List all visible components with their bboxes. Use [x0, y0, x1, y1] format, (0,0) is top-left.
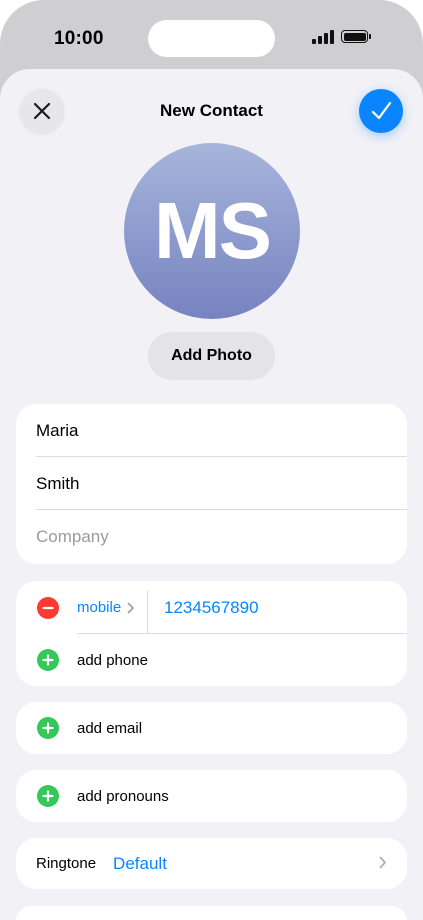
add-email-button[interactable]: add email — [16, 702, 407, 754]
pronouns-card: add pronouns — [16, 770, 407, 822]
name-card: Maria Smith Company — [16, 404, 407, 564]
ringtone-label: Ringtone — [36, 855, 97, 872]
phone-type-selector[interactable]: mobile — [77, 599, 135, 616]
add-email-label: add email — [77, 719, 143, 737]
company-placeholder: Company — [36, 526, 109, 546]
avatar: MS — [124, 143, 300, 319]
plus-icon — [37, 785, 59, 807]
divider — [147, 591, 148, 634]
status-icons — [312, 29, 371, 44]
ringtone-card: Ringtone Default — [16, 838, 407, 889]
next-card — [16, 906, 407, 920]
signal-icon — [312, 29, 334, 44]
minus-icon — [42, 606, 54, 609]
remove-phone-button[interactable] — [37, 596, 59, 619]
phone-frame: 10:00 New Contact MS Add Photo Maria Smi… — [0, 0, 423, 920]
phone-type-label: mobile — [77, 599, 122, 616]
checkmark-icon — [371, 101, 392, 120]
add-photo-button[interactable]: Add Photo — [148, 332, 275, 380]
add-phone-button[interactable]: add phone — [16, 634, 407, 686]
phone-entry-row: mobile 1234567890 — [16, 581, 407, 634]
ringtone-value: Default — [113, 853, 167, 873]
status-time: 10:00 — [54, 28, 104, 49]
plus-icon — [37, 649, 59, 671]
last-name-field[interactable]: Smith — [16, 457, 407, 510]
email-card: add email — [16, 702, 407, 754]
done-button[interactable] — [359, 89, 403, 133]
chevron-right-icon — [127, 602, 135, 613]
add-phone-label: add phone — [77, 651, 148, 669]
add-pronouns-label: add pronouns — [77, 787, 169, 805]
phone-number-field[interactable]: 1234567890 — [164, 598, 259, 618]
first-name-field[interactable]: Maria — [16, 404, 407, 457]
chevron-right-icon — [379, 856, 386, 869]
first-name-value: Maria — [36, 420, 79, 440]
last-name-value: Smith — [36, 473, 80, 493]
avatar-initials: MS — [154, 186, 272, 275]
ringtone-row[interactable]: Ringtone Default — [16, 838, 407, 889]
company-field[interactable]: Company — [16, 510, 407, 563]
add-pronouns-button[interactable]: add pronouns — [16, 770, 407, 822]
plus-icon — [37, 717, 59, 739]
phone-card: mobile 1234567890 add phone — [16, 581, 407, 686]
dynamic-island — [148, 20, 275, 57]
battery-icon — [341, 30, 371, 43]
